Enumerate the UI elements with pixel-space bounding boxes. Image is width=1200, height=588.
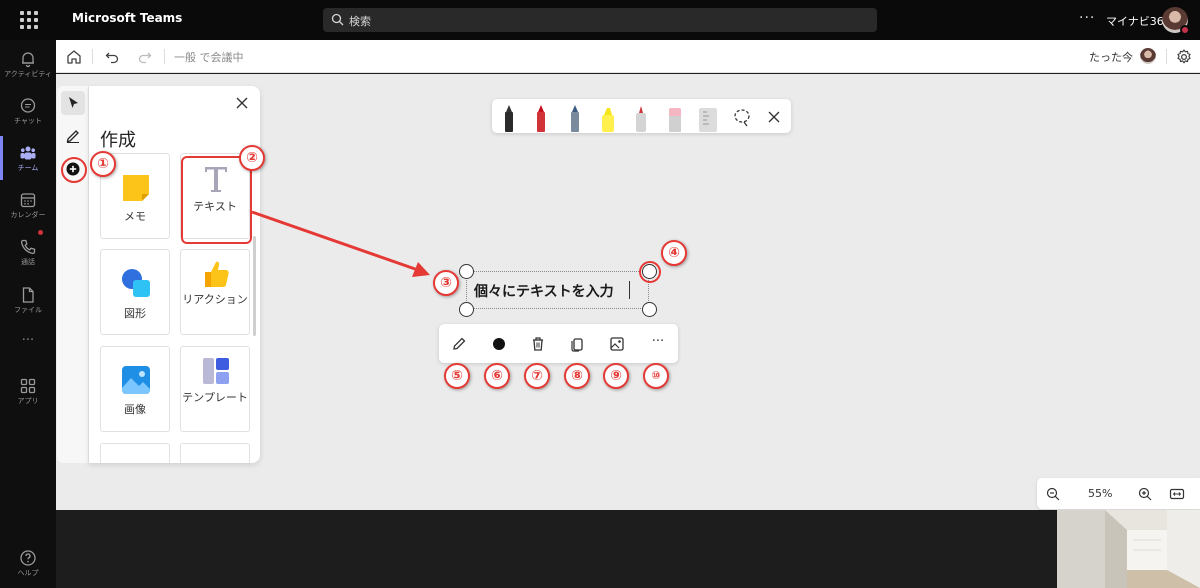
annotation-9: ⑨: [603, 363, 629, 389]
annotation-1: ①: [90, 151, 116, 177]
annotation-highlight: [639, 261, 661, 283]
annotation-10: ⑩: [643, 363, 669, 389]
annotation-8: ⑧: [564, 363, 590, 389]
annotation-7: ⑦: [524, 363, 550, 389]
annotation-2: ②: [239, 145, 265, 171]
annotation-highlight: [61, 157, 87, 183]
annotation-arrow: [251, 210, 430, 277]
annotation-4: ④: [661, 240, 687, 266]
annotation-5: ⑤: [444, 363, 470, 389]
annotation-highlight: [181, 156, 252, 244]
annotation-6: ⑥: [484, 363, 510, 389]
annotation-3: ③: [433, 270, 459, 296]
